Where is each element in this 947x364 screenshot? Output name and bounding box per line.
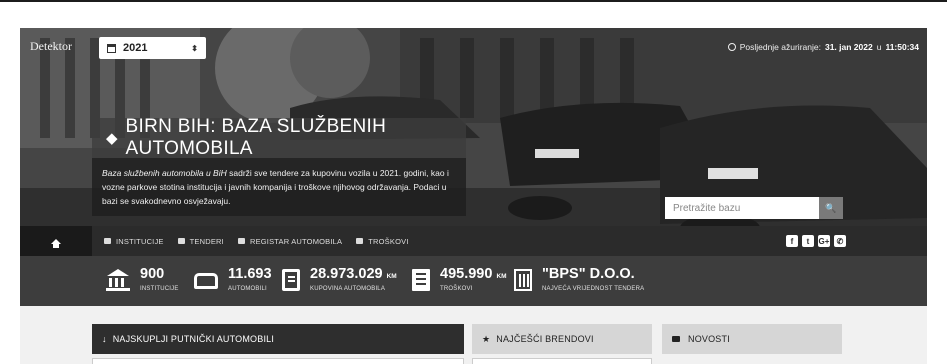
hero-banner: Detektor 2021 ⬍ Posljednje ažuriranje: 3… <box>20 28 927 254</box>
nav-item-tenderi[interactable]: TENDERI <box>177 236 224 246</box>
car-icon <box>237 238 245 244</box>
description-lead: Baza službenih automobila u BiH <box>102 168 227 178</box>
stat-value: "BPS" D.O.O. <box>542 266 635 282</box>
chevron-down-icon: ⬍ <box>191 43 198 53</box>
nav-menu: INSTITUCIJE TENDERI REGISTAR AUTOMOBILA … <box>92 237 409 246</box>
viber-icon[interactable]: ✆ <box>834 235 846 247</box>
stat-value: 11.693 <box>228 266 272 282</box>
comment-icon <box>672 336 680 342</box>
last-updated-label: Posljednje ažuriranje: <box>739 42 821 52</box>
nav-item-troskovi[interactable]: TROŠKOVI <box>356 237 408 246</box>
last-updated-time: 11:50:34 <box>885 42 919 52</box>
search-input[interactable]: Pretražite bazu <box>665 197 819 219</box>
star-icon: ★ <box>482 333 491 344</box>
institution-icon <box>104 238 111 244</box>
facebook-icon[interactable]: f <box>786 235 798 247</box>
year-select-value: 2021 <box>123 42 148 54</box>
stat-value: 495.990 KM <box>440 266 507 282</box>
search-button[interactable]: 🔍 <box>819 197 843 219</box>
bank-icon <box>106 269 130 291</box>
stat-troskovi[interactable]: 495.990 KM TROŠKOVI <box>412 267 507 292</box>
stat-label: TROŠKOVI <box>440 286 473 292</box>
car-icon <box>194 273 218 289</box>
google-plus-icon[interactable]: G+ <box>818 235 830 247</box>
panel-body-najskuplji <box>92 358 464 364</box>
gavel-icon <box>177 238 185 244</box>
panel-title: NAJČEŠĆI BRENDOVI <box>496 334 594 344</box>
year-select[interactable]: 2021 ⬍ <box>99 37 206 59</box>
main-navbar: INSTITUCIJE TENDERI REGISTAR AUTOMOBILA … <box>20 226 927 256</box>
home-icon <box>51 238 61 248</box>
document-icon <box>282 269 300 291</box>
stat-value: 900 <box>140 266 165 282</box>
panel-body-brendovi <box>472 358 652 364</box>
page-title-box: ◆ BIRN BIH: BAZA SLUŽBENIH AUTOMOBILA <box>92 116 466 159</box>
stat-automobili[interactable]: 11.693 AUTOMOBILI <box>194 267 272 292</box>
stat-najveci-tender[interactable]: "BPS" D.O.O. NAJVEĆA VRIJEDNOST TENDERA <box>514 267 644 292</box>
stat-value: 28.973.029 KM <box>310 266 397 282</box>
home-button[interactable] <box>20 226 92 256</box>
stat-label: KUPOVINA AUTOMOBILA <box>310 286 386 292</box>
stats-bar: 900 INSTITUCIJE 11.693 AUTOMOBILI 28.973… <box>20 256 927 306</box>
layers-icon: ◆ <box>106 130 118 147</box>
page-title: BIRN BIH: BAZA SLUŽBENIH AUTOMOBILA <box>125 116 387 159</box>
top-border <box>0 0 947 2</box>
detektor-logo[interactable]: Detektor <box>30 39 72 54</box>
stat-kupovina[interactable]: 28.973.029 KM KUPOVINA AUTOMOBILA <box>282 267 397 292</box>
arrow-down-icon: ↓ <box>102 334 107 344</box>
last-updated-date: 31. jan 2022 <box>824 42 873 52</box>
nav-item-label: TENDERI <box>189 236 224 246</box>
stat-label: AUTOMOBILI <box>228 286 267 292</box>
social-links: f t G+ ✆ <box>786 235 846 247</box>
page-description: Baza službenih automobila u BiH sadrži s… <box>92 158 466 216</box>
panel-header-novosti[interactable]: NOVOSTI <box>662 324 842 354</box>
last-updated: Posljednje ažuriranje: 31. jan 2022 u 11… <box>727 42 919 52</box>
nav-item-label: TROŠKOVI <box>368 236 409 246</box>
panel-title: NOVOSTI <box>688 334 730 344</box>
nav-item-label: INSTITUCIJE <box>116 236 164 246</box>
twitter-icon[interactable]: t <box>802 235 814 247</box>
search-bar: Pretražite bazu 🔍 <box>665 197 843 219</box>
search-icon: 🔍 <box>825 202 837 213</box>
nav-item-label: REGISTAR AUTOMOBILA <box>249 236 343 246</box>
building-icon <box>514 269 532 291</box>
panel-title: NAJSKUPLJI PUTNIČKI AUTOMOBILI <box>112 334 275 344</box>
money-icon <box>356 238 364 244</box>
stat-institucije[interactable]: 900 INSTITUCIJE <box>106 267 179 292</box>
nav-item-registar-automobila[interactable]: REGISTAR AUTOMOBILA <box>237 236 343 246</box>
stat-label: INSTITUCIJE <box>140 286 179 292</box>
clock-icon <box>727 43 736 51</box>
nav-item-institucije[interactable]: INSTITUCIJE <box>104 237 164 246</box>
panel-header-najskuplji[interactable]: ↓ NAJSKUPLJI PUTNIČKI AUTOMOBILI <box>92 324 464 354</box>
last-updated-separator: u <box>876 42 882 52</box>
panel-header-brendovi[interactable]: ★ NAJČEŠĆI BRENDOVI <box>472 324 652 354</box>
calendar-icon <box>107 43 116 53</box>
list-icon <box>412 269 430 291</box>
page-frame: Detektor 2021 ⬍ Posljednje ažuriranje: 3… <box>20 28 927 364</box>
stat-label: NAJVEĆA VRIJEDNOST TENDERA <box>542 286 645 292</box>
